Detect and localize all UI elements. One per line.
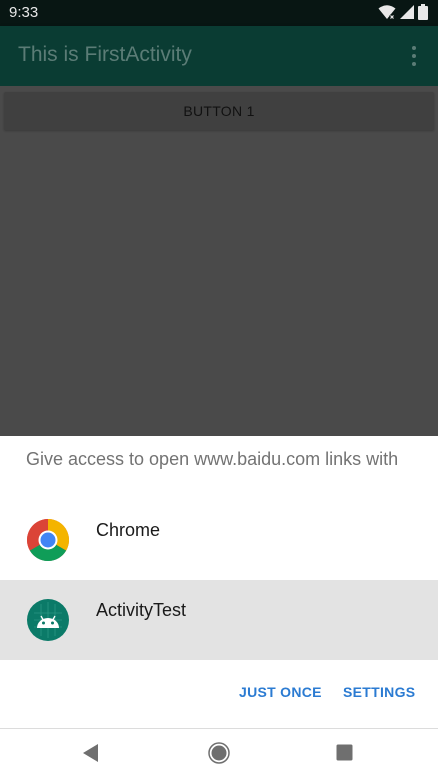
signal-icon [400, 5, 414, 19]
main-content: BUTTON 1 [0, 86, 438, 436]
status-bar: 9:33 [0, 0, 438, 26]
status-icons [378, 4, 428, 20]
navigation-bar [0, 728, 438, 779]
status-time: 9:33 [9, 4, 39, 21]
chooser-item-label: ActivityTest [96, 600, 187, 620]
chooser-item-chrome[interactable]: Chrome [0, 500, 438, 580]
chrome-icon [27, 519, 69, 561]
chooser-title: Give access to open www.baidu.com links … [26, 449, 399, 469]
battery-icon [418, 4, 428, 20]
android-app-icon [27, 599, 69, 641]
home-icon[interactable] [208, 742, 230, 764]
chooser-item-label: Chrome [96, 520, 161, 540]
app-bar: This is FirstActivity [0, 26, 438, 86]
settings-button[interactable]: SETTINGS [343, 684, 415, 700]
back-icon[interactable] [82, 743, 100, 763]
overflow-menu-icon[interactable] [402, 43, 426, 69]
chooser-actions: JUST ONCE SETTINGS [0, 680, 438, 708]
chooser-item-activitytest[interactable]: ActivityTest [0, 580, 438, 660]
recents-icon[interactable] [336, 744, 353, 761]
wifi-icon [378, 5, 396, 20]
just-once-button[interactable]: JUST ONCE [239, 684, 322, 700]
app-title: This is FirstActivity [18, 43, 192, 66]
screen: 9:33 This is FirstActivity BUTTON 1 Give… [0, 0, 438, 779]
app-chooser-sheet: Give access to open www.baidu.com links … [0, 436, 438, 728]
button-1[interactable]: BUTTON 1 [4, 92, 434, 130]
